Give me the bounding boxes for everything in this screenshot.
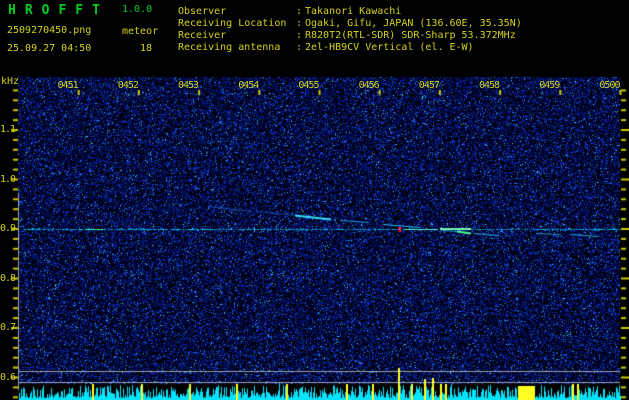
frequency-tick-label: 1.1 xyxy=(0,124,16,135)
station-info-colon: : xyxy=(296,42,303,53)
time-tick-label: 0452 xyxy=(117,80,139,91)
hrofft-window: HROFFT 1.0.0 2509270450.png meteor 25.09… xyxy=(0,0,629,400)
station-info-label: Receiving antenna xyxy=(178,42,281,53)
frequency-tick-label: 0.9 xyxy=(0,223,16,234)
time-tick-label: 0453 xyxy=(178,80,199,91)
station-info-label: Observer xyxy=(178,6,227,17)
app-title: HROFFT xyxy=(8,3,109,18)
frequency-unit-label: kHz xyxy=(1,76,20,87)
observation-mode: meteor xyxy=(122,26,159,37)
time-tick-label: 0457 xyxy=(418,80,440,91)
app-version: 1.0.0 xyxy=(122,4,153,15)
station-info-value: 2el-HB9CV Vertical (el. E-W) xyxy=(305,42,474,53)
time-tick-label: 0455 xyxy=(298,80,319,91)
station-info-label: Receiver xyxy=(178,30,227,41)
station-info-row: Observer: Takanori Kawachi xyxy=(178,6,522,18)
output-filename: 2509270450.png xyxy=(7,25,92,36)
station-info-row: Receiving antenna:2el-HB9CV Vertical (el… xyxy=(178,42,522,54)
time-tick-label: 0459 xyxy=(539,80,560,91)
time-tick-label: 0500 xyxy=(599,80,620,91)
station-info-block: Observer: Takanori Kawachi Receiving Locat… xyxy=(178,6,522,54)
station-info-label: Receiving Location xyxy=(178,18,287,29)
station-info-row: Receiver: R820T2(RTL-SDR) SDR-Sharp 53.37… xyxy=(178,30,522,42)
echo-count: 18 xyxy=(140,43,153,54)
station-info-value: Ogaki, Gifu, JAPAN (136.60E, 35.35N) xyxy=(305,18,522,29)
frequency-tick-label: 0.6 xyxy=(0,371,16,383)
frequency-tick-label: 0.8 xyxy=(0,272,16,284)
time-tick-label: 0454 xyxy=(238,80,259,91)
spectrogram-canvas xyxy=(0,0,629,400)
observation-datetime: 25.09.27 04:50 xyxy=(7,43,92,54)
station-info-value: R820T2(RTL-SDR) SDR-Sharp 53.372MHz xyxy=(305,30,516,41)
station-info-colon: : xyxy=(296,30,303,41)
time-tick-label: 0451 xyxy=(57,80,79,91)
frequency-tick-label: 1.0 xyxy=(0,173,16,185)
time-tick-label: 0456 xyxy=(358,80,380,91)
station-info-row: Receiving Location: Ogaki, Gifu, JAPAN (1… xyxy=(178,18,522,30)
station-info-colon: : xyxy=(296,18,303,29)
frequency-tick-label: 0.7 xyxy=(0,322,16,333)
station-info-value: Takanori Kawachi xyxy=(305,6,402,17)
station-info-colon: : xyxy=(296,6,303,17)
time-tick-label: 0458 xyxy=(479,80,500,91)
